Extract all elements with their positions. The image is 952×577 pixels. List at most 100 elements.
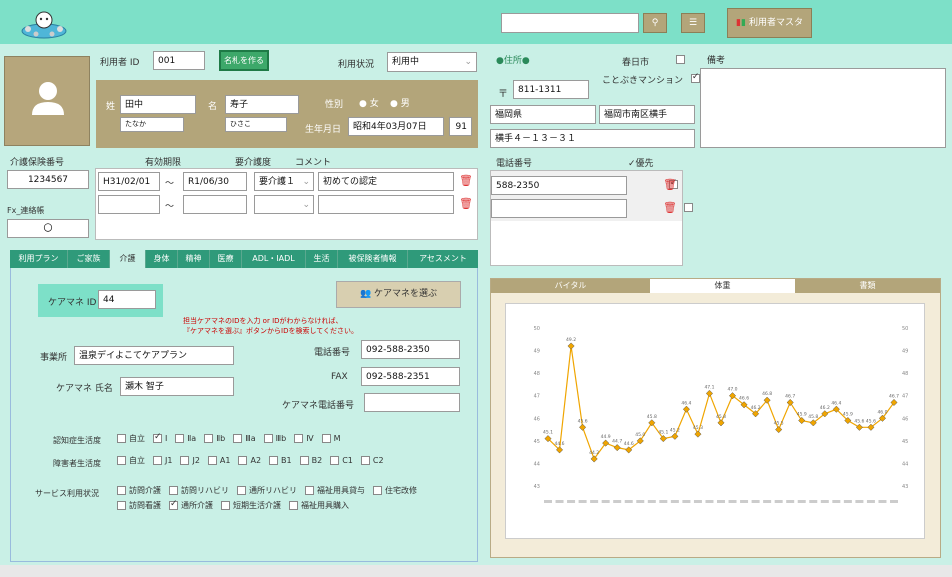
tab-vital[interactable]: バイタル <box>491 279 650 293</box>
option-item[interactable]: J1 <box>153 456 172 465</box>
phone-input-2[interactable] <box>491 199 627 218</box>
tab-insured[interactable]: 被保険者情報 <box>338 250 408 268</box>
tab-documents[interactable]: 書類 <box>795 279 940 293</box>
checkbox[interactable] <box>299 456 309 465</box>
option-item[interactable]: B1 <box>269 456 292 465</box>
checkbox[interactable] <box>305 486 314 495</box>
checkbox[interactable] <box>233 434 243 443</box>
notes-textarea[interactable] <box>700 68 946 148</box>
checkbox[interactable] <box>237 486 246 495</box>
option-item[interactable]: Ⅱa <box>175 434 196 443</box>
birth-input[interactable]: 昭和4年03月07日 <box>348 117 444 136</box>
gender-female-radio[interactable]: ● 女 <box>359 96 379 109</box>
trash-icon[interactable]: 🗑 <box>663 202 677 214</box>
checkbox[interactable] <box>263 434 273 443</box>
cm-name-input[interactable]: 瀬木 智子 <box>120 377 234 396</box>
option-item[interactable]: 訪問リハビリ <box>169 486 229 495</box>
checkbox[interactable] <box>175 434 185 443</box>
trash-icon[interactable]: 🗑 <box>663 179 677 191</box>
option-item[interactable]: I <box>153 432 167 443</box>
street-input[interactable]: 横手４－１３－３１ <box>490 129 695 148</box>
option-item[interactable]: C1 <box>330 456 353 465</box>
tab-weight[interactable]: 体重 <box>650 279 795 293</box>
header-search-input[interactable] <box>501 13 639 33</box>
option-item[interactable]: Ⅲb <box>263 434 286 443</box>
checkbox[interactable] <box>169 499 178 510</box>
user-id-input[interactable]: 001 <box>153 51 205 70</box>
checkbox[interactable] <box>321 434 331 443</box>
given-kana-input[interactable]: ひさこ <box>225 117 287 132</box>
option-item[interactable]: 通所リハビリ <box>237 486 297 495</box>
checkbox[interactable] <box>117 486 126 495</box>
option-item[interactable]: 通所介護 <box>169 499 213 510</box>
checkbox[interactable] <box>360 456 370 465</box>
option-item[interactable]: 訪問介護 <box>117 486 161 495</box>
comment-input-2[interactable] <box>318 195 454 214</box>
period-from-input-1[interactable]: H31/02/01 <box>98 172 160 191</box>
checkbox[interactable] <box>238 456 248 465</box>
tab-mental[interactable]: 精神 <box>178 250 210 268</box>
fax-contact-input[interactable]: 〇 <box>7 219 89 238</box>
office-input[interactable]: 温泉デイよこてケアプラン <box>74 346 234 365</box>
menu-button[interactable]: ☰ <box>681 13 705 33</box>
checkbox[interactable] <box>294 434 304 443</box>
period-to-input-2[interactable] <box>183 195 247 214</box>
option-item[interactable]: Ⅱb <box>204 434 225 443</box>
option-item[interactable]: 自立 <box>117 456 145 465</box>
option-item[interactable]: Ⅲa <box>233 434 256 443</box>
gender-male-radio[interactable]: ● 男 <box>390 96 410 109</box>
period-to-input-1[interactable]: R1/06/30 <box>183 172 247 191</box>
fax-input[interactable]: 092-588-2351 <box>361 367 460 386</box>
option-item[interactable]: 福祉用具購入 <box>289 501 349 510</box>
checkbox[interactable] <box>153 456 162 465</box>
tab-body[interactable]: 身体 <box>146 250 178 268</box>
option-item[interactable]: A1 <box>207 456 230 465</box>
phone-input-1[interactable]: 588-2350 <box>491 176 627 195</box>
tab-care[interactable]: 介護 <box>110 250 146 268</box>
option-item[interactable]: Ⅳ <box>294 434 314 443</box>
insurance-number-input[interactable]: 1234567 <box>7 170 89 189</box>
search-button[interactable]: ⚲ <box>643 13 667 33</box>
option-item[interactable]: 訪問看護 <box>117 501 161 510</box>
tab-plan[interactable]: 利用プラン <box>10 250 68 268</box>
prefecture-input[interactable]: 福岡県 <box>490 105 596 124</box>
tab-assessment[interactable]: アセスメント <box>408 250 478 268</box>
checkbox[interactable] <box>180 456 190 465</box>
tab-life[interactable]: 生活 <box>306 250 338 268</box>
nameplate-button[interactable]: 名札を作る <box>219 50 269 71</box>
option-item[interactable]: C2 <box>360 456 384 465</box>
option-item[interactable]: 短期生活介護 <box>221 501 281 510</box>
option-item[interactable]: J2 <box>180 456 200 465</box>
profile-photo[interactable] <box>4 56 90 146</box>
tab-medical[interactable]: 医療 <box>210 250 242 268</box>
tel-input[interactable]: 092-588-2350 <box>361 340 460 359</box>
select-cm-button[interactable]: 👥 ケアマネを選ぶ <box>336 281 461 308</box>
trash-icon[interactable]: 🗑 <box>459 175 473 187</box>
city-input[interactable]: 福岡市南区横手 <box>599 105 695 124</box>
checkbox[interactable] <box>221 501 230 510</box>
surname-input[interactable]: 田中 <box>120 95 196 114</box>
status-select[interactable]: 利用中 ⌄ <box>387 52 477 72</box>
checkbox[interactable] <box>373 486 382 495</box>
checkbox[interactable] <box>204 434 214 443</box>
option-item[interactable]: 福祉用具貸与 <box>305 486 365 495</box>
period-from-input-2[interactable] <box>98 195 160 214</box>
given-input[interactable]: 寿子 <box>225 95 299 114</box>
priority-checkbox-2[interactable] <box>683 203 693 212</box>
cm-id-input[interactable]: 44 <box>98 290 156 309</box>
trash-icon[interactable]: 🗑 <box>459 198 473 210</box>
checkbox[interactable] <box>117 456 126 465</box>
user-master-button[interactable]: ▮▮ 利用者マスタ <box>727 8 812 38</box>
checkbox[interactable] <box>169 486 178 495</box>
checkbox[interactable] <box>117 434 126 443</box>
checkbox[interactable] <box>207 456 217 465</box>
tab-adl[interactable]: ADL・IADL <box>242 250 306 268</box>
postal-input[interactable]: 811-1311 <box>513 80 589 99</box>
comment-input-1[interactable]: 初めての認定 <box>318 172 454 191</box>
surname-kana-input[interactable]: たなか <box>120 117 184 132</box>
option-item[interactable]: B2 <box>299 456 322 465</box>
checkbox[interactable] <box>117 501 126 510</box>
cm-tel-input[interactable] <box>364 393 460 412</box>
care-level-select-2[interactable]: ⌄ <box>254 195 314 214</box>
checkbox[interactable] <box>330 456 340 465</box>
